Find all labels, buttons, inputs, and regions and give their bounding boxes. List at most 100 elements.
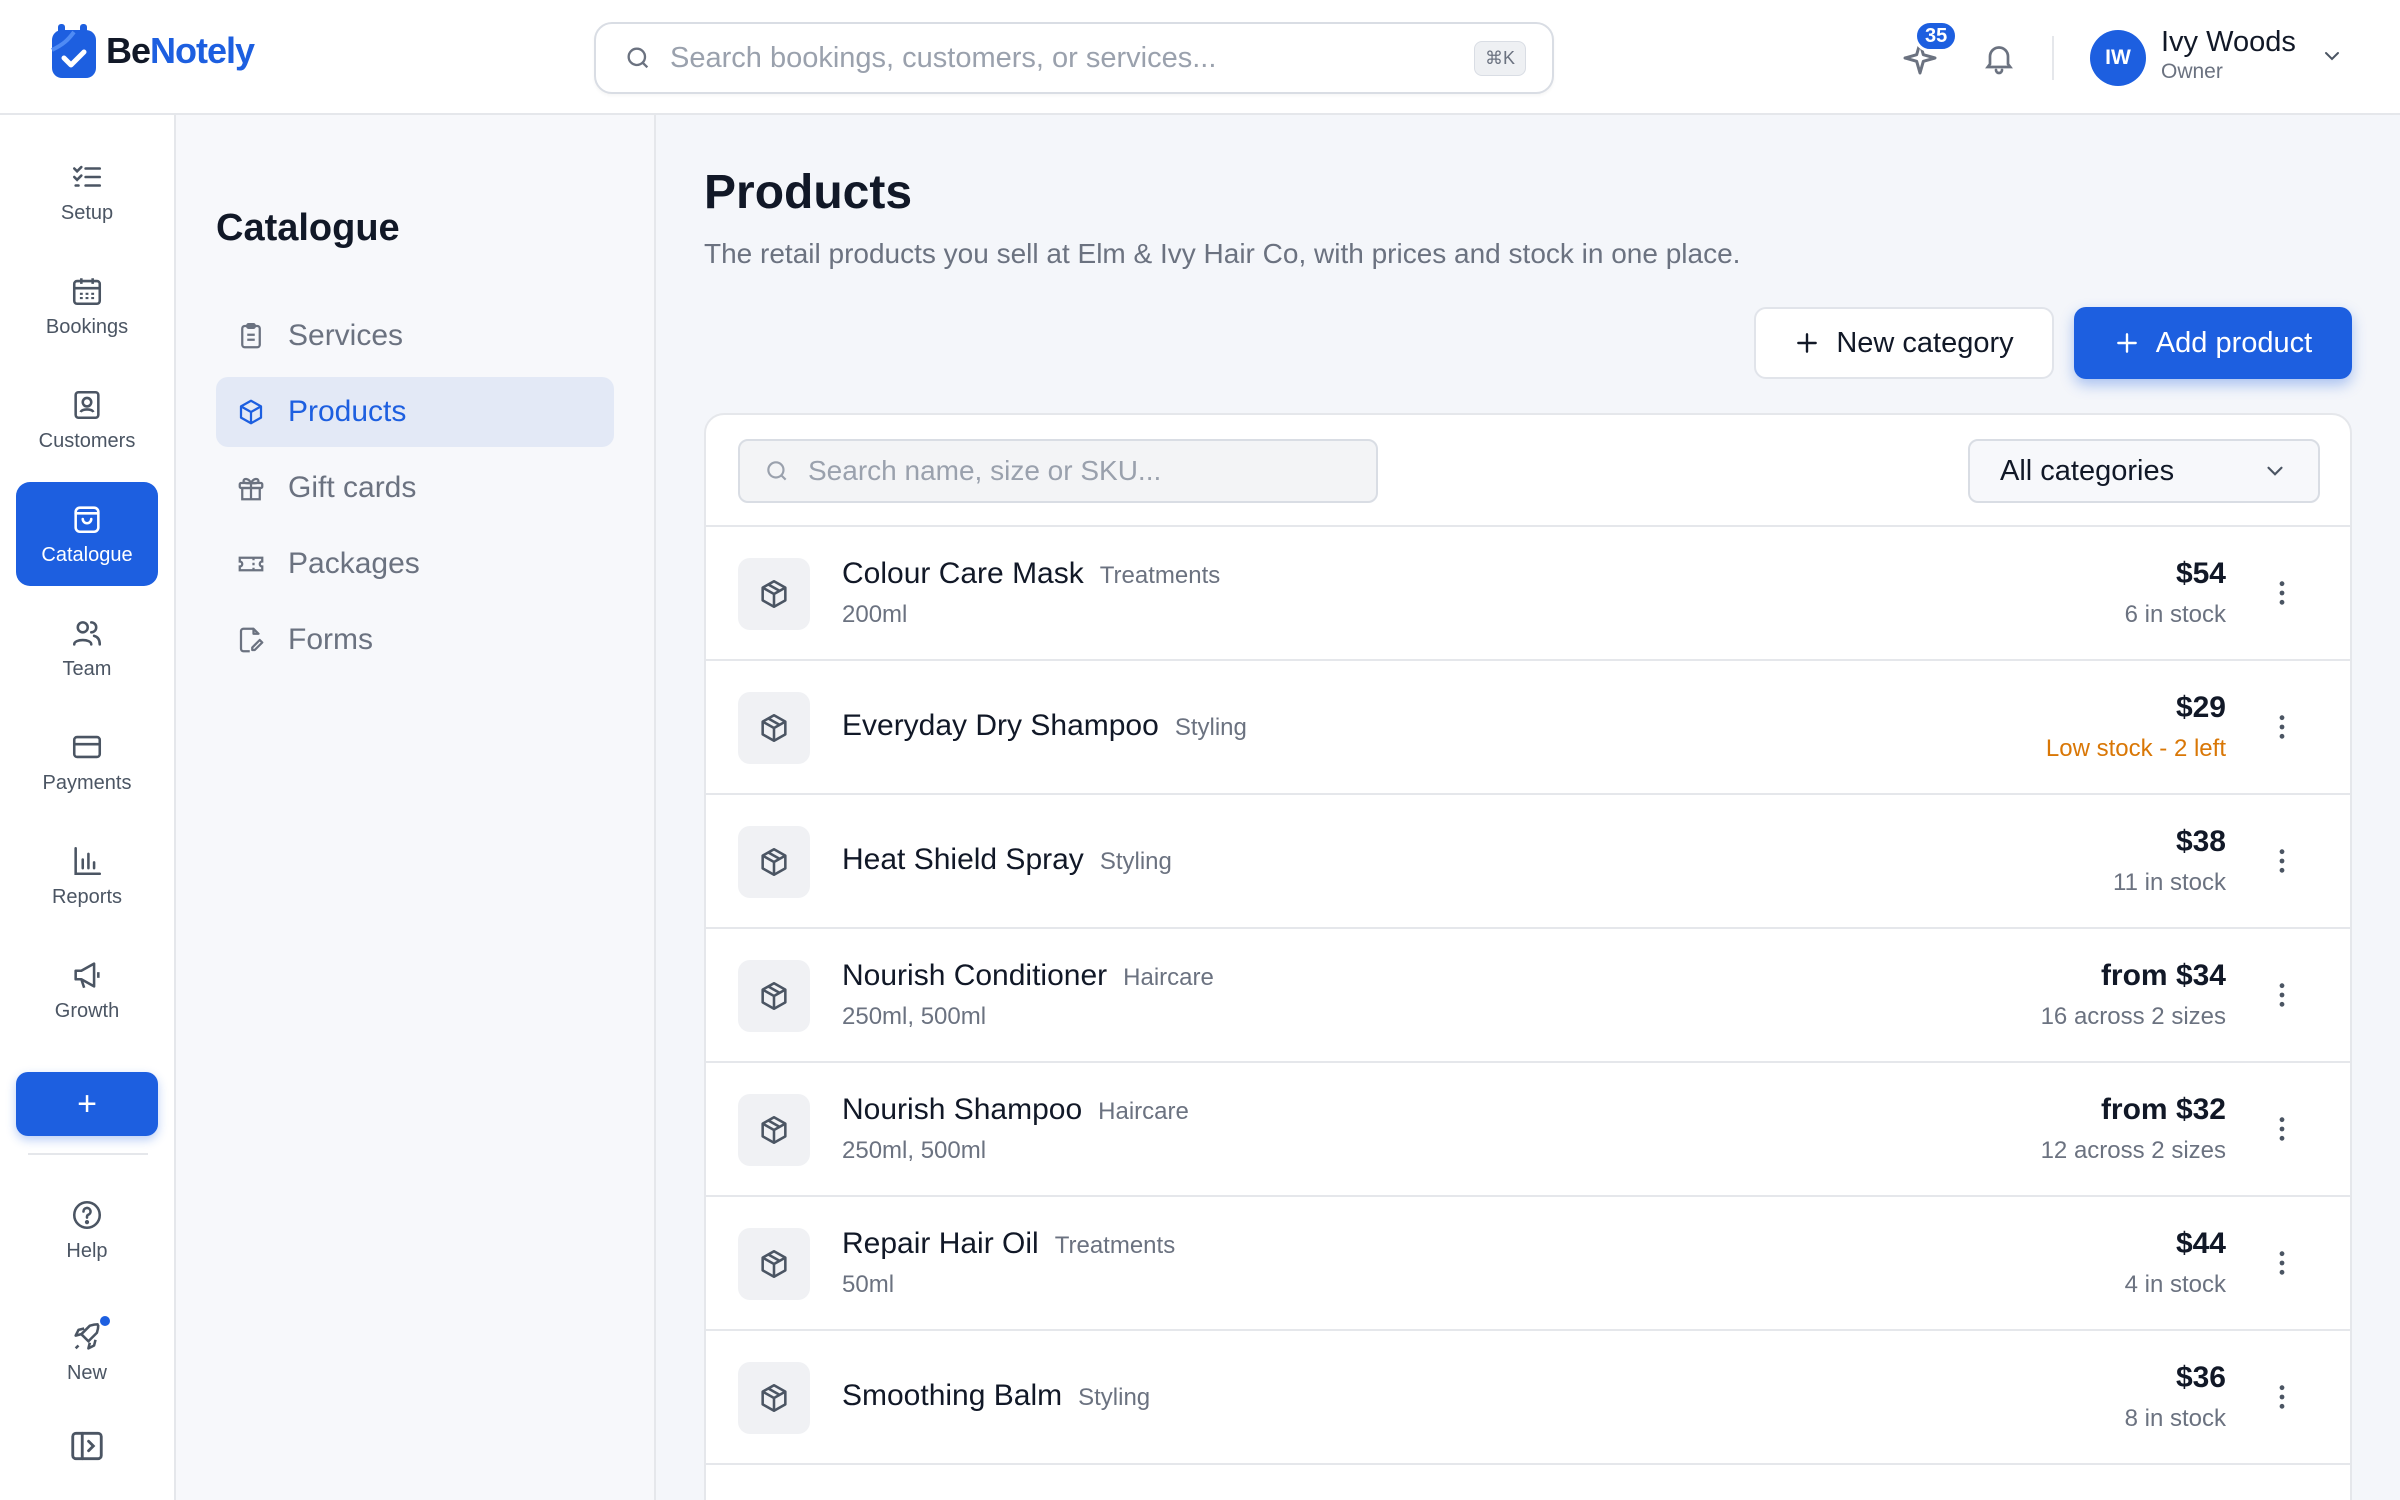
- product-row[interactable]: Colour Care Mask Treatments 200ml $54 6 …: [706, 527, 2350, 661]
- subnav-item-gift-cards[interactable]: Gift cards: [216, 453, 614, 523]
- product-stock: 4 in stock: [2124, 1271, 2226, 1298]
- product-stock: Low stock - 2 left: [2045, 735, 2226, 762]
- product-price: from $34: [2100, 959, 2226, 992]
- rail-item-team[interactable]: Team: [16, 596, 158, 700]
- product-stock: 8 in stock: [2124, 1405, 2226, 1432]
- rocket-icon-wrap: [70, 1313, 112, 1354]
- product-name[interactable]: Smoothing Balm: [842, 1379, 1062, 1413]
- user-role: Owner: [2161, 60, 2223, 83]
- search-placeholder: Search bookings, customers, or services.…: [670, 41, 1217, 74]
- product-category: Treatments: [1054, 1232, 1176, 1259]
- subnav-item-packages[interactable]: Packages: [216, 529, 614, 599]
- box-icon: [761, 1249, 787, 1279]
- product-stock: 6 in stock: [2124, 601, 2226, 628]
- top-header: BeNotely Search bookings, customers, or …: [0, 0, 2400, 115]
- box-icon: [761, 847, 787, 877]
- product-name[interactable]: Colour Care Mask: [842, 557, 1084, 591]
- product-row[interactable]: Smoothing Balm Styling $36 8 in stock: [706, 1331, 2350, 1465]
- more-vertical-icon[interactable]: [2266, 577, 2298, 609]
- rail-item-help[interactable]: Help: [16, 1178, 158, 1282]
- product-search-input[interactable]: Search name, size or SKU...: [738, 439, 1378, 503]
- product-row[interactable]: Nourish Conditioner Haircare 250ml, 500m…: [706, 929, 2350, 1063]
- box-icon: [761, 713, 787, 743]
- product-thumbnail: [738, 1094, 810, 1166]
- collapse-sidebar-icon[interactable]: [68, 1427, 106, 1465]
- page-subtitle: The retail products you sell at Elm & Iv…: [704, 238, 1741, 269]
- box-icon: [239, 399, 263, 425]
- new-category-button[interactable]: New category: [1754, 307, 2054, 379]
- product-name-line: Everyday Dry Shampoo Styling: [842, 709, 1247, 743]
- product-name-line: Colour Care Mask Treatments: [842, 557, 1220, 591]
- rail-item-catalogue[interactable]: Catalogue: [16, 482, 158, 586]
- more-vertical-icon[interactable]: [2266, 711, 2298, 743]
- product-name[interactable]: Nourish Conditioner: [842, 959, 1107, 993]
- brand-logo[interactable]: BeNotely: [50, 22, 255, 80]
- product-stock: 12 across 2 sizes: [2040, 1137, 2226, 1164]
- form-edit-icon: [239, 627, 264, 653]
- product-row[interactable]: Nourish Shampoo Haircare 250ml, 500ml fr…: [706, 1063, 2350, 1197]
- product-category: Styling: [1174, 714, 1247, 741]
- product-price: from $32: [2100, 1093, 2226, 1126]
- user-name[interactable]: Ivy Woods: [2161, 26, 2296, 59]
- product-thumbnail: [738, 826, 810, 898]
- subnav-item-products[interactable]: Products: [216, 377, 614, 447]
- credit-card-icon: [72, 735, 102, 758]
- subnav-item-forms[interactable]: Forms: [216, 605, 614, 675]
- product-category: Haircare: [1098, 1098, 1189, 1125]
- product-name[interactable]: Everyday Dry Shampoo: [842, 709, 1159, 743]
- product-sizes: 50ml: [842, 1271, 895, 1298]
- brand-name: BeNotely: [106, 30, 255, 71]
- product-search-placeholder: Search name, size or SKU...: [808, 455, 1162, 486]
- more-vertical-icon[interactable]: [2266, 1247, 2298, 1279]
- rail-item-setup[interactable]: Setup: [16, 140, 158, 244]
- rail-item-new[interactable]: New: [16, 1300, 158, 1404]
- product-name[interactable]: Nourish Shampoo: [842, 1093, 1082, 1127]
- rail-item-payments[interactable]: Payments: [16, 710, 158, 814]
- checklist-icon: [72, 165, 102, 187]
- page-title: Products: [704, 166, 913, 219]
- box-icon: [761, 579, 787, 609]
- product-thumbnail: [738, 960, 810, 1032]
- rail-item-reports[interactable]: Reports: [16, 824, 158, 928]
- product-price: $36: [2175, 1361, 2226, 1394]
- product-thumbnail: [738, 692, 810, 764]
- quick-add-button[interactable]: +: [16, 1072, 158, 1136]
- product-stock: 16 across 2 sizes: [2040, 1003, 2226, 1030]
- product-row[interactable]: Everyday Dry Shampoo Styling $29 Low sto…: [706, 661, 2350, 795]
- catalogue-subnav: Catalogue Services Products Gift cards P…: [176, 115, 656, 1500]
- primary-rail: Setup Bookings Customers Catalogue Team …: [0, 115, 176, 1500]
- product-row[interactable]: Heat Shield Spray Styling $38 11 in stoc…: [706, 795, 2350, 929]
- bell-icon[interactable]: [1981, 38, 2017, 78]
- search-icon: [627, 47, 649, 69]
- more-vertical-icon[interactable]: [2266, 1113, 2298, 1145]
- chevron-down-icon[interactable]: [2320, 44, 2344, 68]
- category-filter-select[interactable]: All categories: [1968, 439, 2320, 503]
- product-name[interactable]: Repair Hair Oil: [842, 1227, 1039, 1261]
- global-search[interactable]: Search bookings, customers, or services.…: [594, 22, 1554, 94]
- add-product-button[interactable]: Add product: [2074, 307, 2352, 379]
- product-price: $54: [2175, 557, 2226, 590]
- rail-item-bookings[interactable]: Bookings: [16, 254, 158, 358]
- product-row[interactable]: Repair Hair Oil Treatments 50ml $44 4 in…: [706, 1197, 2350, 1331]
- calendar-icon: [72, 277, 102, 305]
- box-icon: [761, 1115, 787, 1145]
- product-stock: 11 in stock: [2113, 869, 2226, 896]
- product-name[interactable]: Heat Shield Spray: [842, 843, 1084, 877]
- notification-count-badge: 35: [1914, 20, 1959, 52]
- chevron-down-icon: [2267, 466, 2283, 476]
- more-vertical-icon[interactable]: [2266, 1381, 2298, 1413]
- product-thumbnail: [738, 558, 810, 630]
- product-name-line: Nourish Shampoo Haircare: [842, 1093, 1189, 1127]
- product-category: Treatments: [1099, 562, 1221, 589]
- product-sizes: 250ml, 500ml: [842, 1137, 987, 1164]
- clipboard-icon: [241, 323, 261, 349]
- product-name-line: Heat Shield Spray Styling: [842, 843, 1172, 877]
- more-vertical-icon[interactable]: [2266, 845, 2298, 877]
- user-avatar[interactable]: IW: [2090, 30, 2146, 86]
- box-icon: [761, 981, 787, 1011]
- subnav-item-services[interactable]: Services: [216, 301, 614, 371]
- plus-icon: [2116, 333, 2137, 353]
- rail-item-customers[interactable]: Customers: [16, 368, 158, 472]
- more-vertical-icon[interactable]: [2266, 979, 2298, 1011]
- rail-item-growth[interactable]: Growth: [16, 938, 158, 1042]
